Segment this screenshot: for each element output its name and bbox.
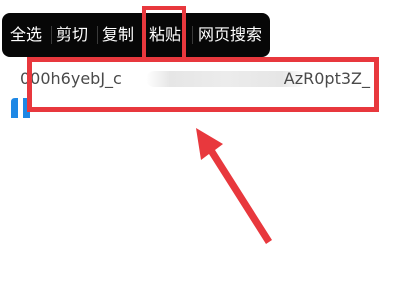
- menu-item-paste[interactable]: 粘贴: [149, 13, 189, 57]
- screenshot-stage: 全选 剪切 复制 粘贴 网页搜索 000h6yebJ_c AzR0pt3Z_: [0, 0, 420, 281]
- text-context-menu: 全选 剪切 复制 粘贴 网页搜索: [2, 13, 270, 57]
- menu-item-cut[interactable]: 剪切: [56, 13, 92, 57]
- obscured-header-text: [20, 0, 80, 8]
- menu-divider: [192, 26, 193, 44]
- code-text-field[interactable]: 000h6yebJ_c AzR0pt3Z_: [18, 64, 374, 94]
- menu-divider: [143, 26, 144, 44]
- redacted-segment: [146, 71, 306, 87]
- code-text-suffix: AzR0pt3Z_: [283, 69, 370, 88]
- menu-item-web-search[interactable]: 网页搜索: [198, 13, 268, 57]
- menu-item-select-all[interactable]: 全选: [10, 13, 50, 57]
- menu-divider: [51, 26, 52, 44]
- menu-divider: [97, 26, 98, 44]
- menu-item-copy[interactable]: 复制: [102, 13, 138, 57]
- code-text-prefix: 000h6yebJ_c: [20, 69, 122, 88]
